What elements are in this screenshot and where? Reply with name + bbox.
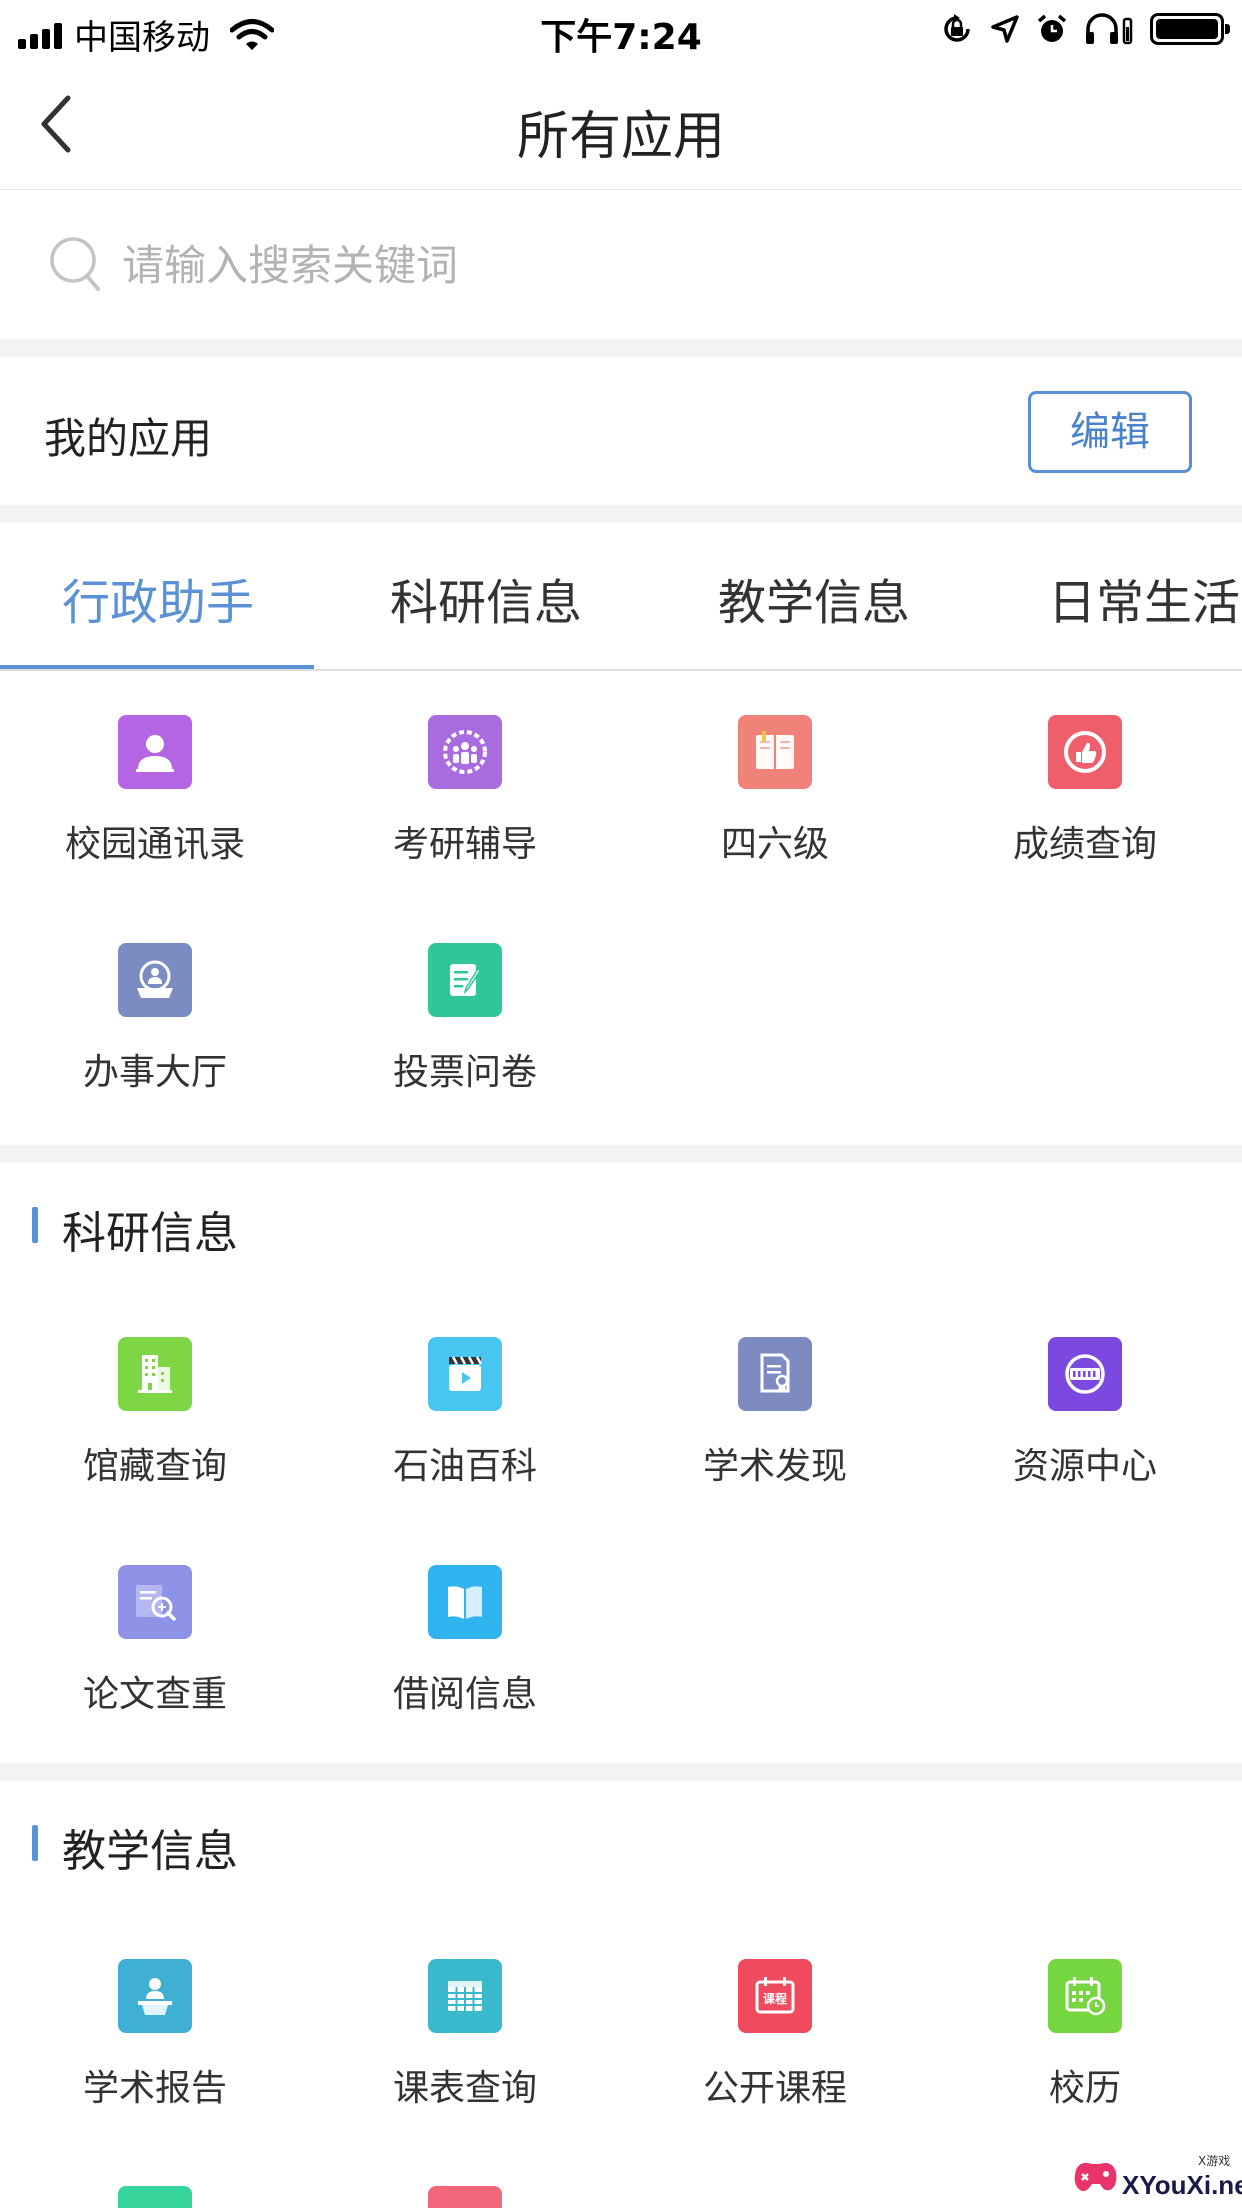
app-label: 公开课程 [702,2068,847,2109]
app-collection-query[interactable]: 馆藏查询 [0,1337,310,1537]
category-tabs: 行政助手 科研信息 教学信息 日常生活 [0,523,1242,671]
thumbs-up-icon [1048,715,1122,789]
app-label: 资源中心 [1012,1446,1157,1487]
app-cet-four-six[interactable]: 四六级 [620,715,930,915]
section-title: 科研信息 [62,1208,238,1259]
building-icon [118,1337,192,1411]
app-school-calendar[interactable]: 校历 [930,1959,1240,2159]
app-label: 成绩查询 [1012,824,1157,865]
search-input[interactable] [122,225,1202,305]
certificate-doc-icon [738,1337,812,1411]
app-grade-query[interactable]: 成绩查询 [930,715,1240,915]
section-title: 教学信息 [62,1826,238,1877]
headphones-icon [1086,13,1133,45]
location-arrow-icon [991,15,1019,43]
divider [0,505,1242,523]
storage-disc-icon [1048,1337,1122,1411]
app-open-courses[interactable]: 课程 公开课程 [620,1959,930,2159]
active-tab-indicator [0,665,314,669]
app-resource-center[interactable]: 资源中心 [930,1337,1240,1537]
watermark-text: XYouXi.net [1122,2170,1242,2200]
divider [0,1145,1242,1163]
battery-icon [1150,13,1230,45]
app-label: 四六级 [720,824,829,865]
app-icon-partial[interactable] [118,2186,192,2208]
open-book-icon [738,715,812,789]
gamepad-logo-icon [1074,2162,1117,2192]
course-calendar-icon: 课程 [738,1959,812,2033]
tab-daily-life[interactable]: 日常生活 [1048,563,1240,633]
tab-teaching-info[interactable]: 教学信息 [718,563,910,633]
my-apps-row: 我的应用 编辑 [0,357,1242,505]
tab-admin-assistant[interactable]: 行政助手 [62,563,254,633]
app-label: 校历 [1048,2068,1121,2109]
app-vote-survey[interactable]: 投票问卷 [310,943,620,1143]
section-accent-bar [32,1825,38,1861]
app-label: 学术报告 [82,2068,227,2109]
edit-button[interactable]: 编辑 [1028,391,1192,473]
app-label: 学术发现 [702,1446,847,1487]
app-label: 论文查重 [82,1674,227,1715]
app-borrowing-info[interactable]: 借阅信息 [310,1565,620,1765]
app-postgrad-tutoring[interactable]: 考研辅导 [310,715,620,915]
people-gear-icon [428,715,502,789]
app-service-hall[interactable]: 办事大厅 [0,943,310,1143]
app-icon-partial[interactable] [428,2186,502,2208]
grid-table-icon [428,1959,502,2033]
page-title: 所有应用 [516,107,725,167]
status-bar: 中国移动 下午7:24 [0,0,1242,62]
course-icon-text: 课程 [763,1991,787,2006]
section-research: 科研信息 馆藏查询 石油百科 学术发现 资源中心 论文查重 借阅信息 [0,1163,1242,1763]
section-teaching: 教学信息 学术报告 课表查询 课程 公开课程 校历 [0,1781,1242,2208]
contact-person-icon [118,715,192,789]
section-header: 科研信息 [0,1163,1242,1263]
app-label: 石油百科 [392,1446,537,1487]
app-label: 课表查询 [392,2068,537,2109]
book-icon [428,1565,502,1639]
alarm-clock-icon [1037,14,1067,42]
watermark-small-text: X游戏 [1198,2154,1231,2168]
app-label: 借阅信息 [392,1674,537,1715]
app-academic-discovery[interactable]: 学术发现 [620,1337,930,1537]
nav-bar: 所有应用 [0,62,1242,190]
my-apps-title: 我的应用 [44,414,213,463]
status-right [940,12,1230,46]
service-person-icon [118,943,192,1017]
app-label: 投票问卷 [392,1052,537,1093]
section-admin: 校园通讯录 考研辅导 四六级 成绩查询 办事大厅 投票问卷 [0,673,1242,1145]
watermark-logo: X游戏 XYouXi.net [1070,2148,1242,2204]
app-label: 办事大厅 [82,1052,227,1093]
calendar-clock-icon [1048,1959,1122,2033]
divider [0,339,1242,357]
app-petroleum-encyclopedia[interactable]: 石油百科 [310,1337,620,1537]
app-academic-report[interactable]: 学术报告 [0,1959,310,2159]
app-plagiarism-check[interactable]: 论文查重 [0,1565,310,1765]
app-timetable-query[interactable]: 课表查询 [310,1959,620,2159]
app-label: 校园通讯录 [64,824,245,865]
tab-research-info[interactable]: 科研信息 [390,563,582,633]
section-header: 教学信息 [0,1781,1242,1881]
search-icon [50,237,100,291]
search-bar [0,191,1242,339]
video-clapper-icon [428,1337,502,1411]
app-label: 考研辅导 [392,824,537,865]
rotation-lock-icon [944,14,970,42]
doc-magnifier-icon [118,1565,192,1639]
divider [0,1763,1242,1781]
lecturer-icon [118,1959,192,2033]
app-campus-directory[interactable]: 校园通讯录 [0,715,310,915]
app-label: 馆藏查询 [82,1446,227,1487]
section-accent-bar [32,1207,38,1243]
edit-note-icon [428,943,502,1017]
